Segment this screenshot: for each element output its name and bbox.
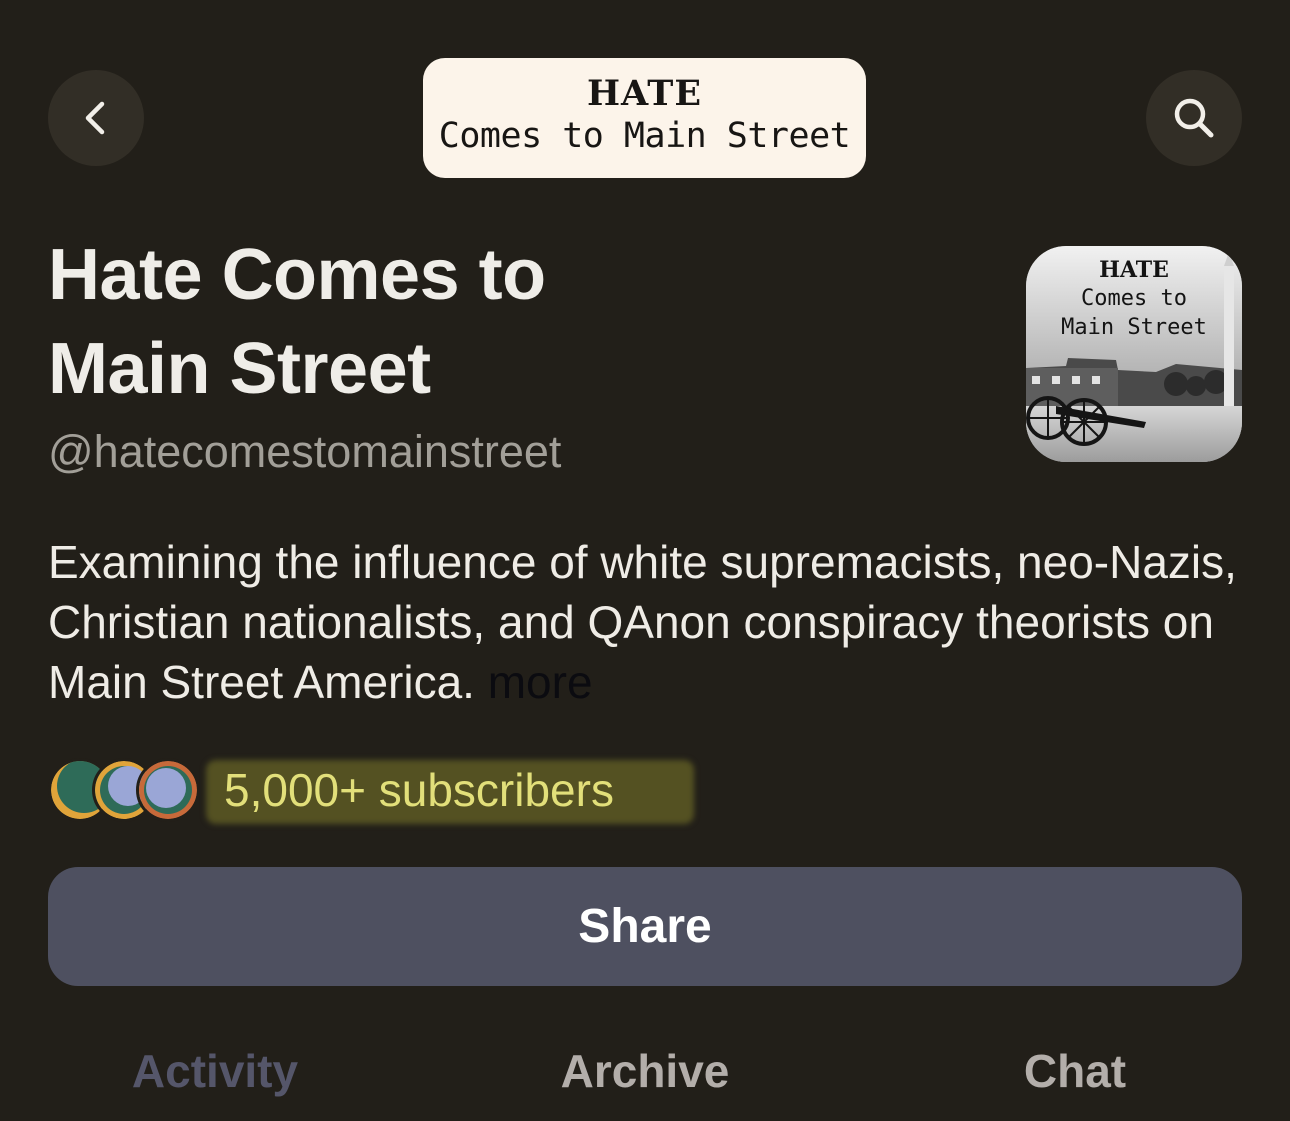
page-title: Hate Comes to Main Street [48, 235, 546, 409]
subscriber-avatars [48, 758, 200, 822]
more-link[interactable]: more [488, 656, 593, 708]
publication-logo: HATE Comes to Main Street [423, 58, 866, 178]
search-icon [1174, 98, 1214, 138]
search-button[interactable] [1146, 70, 1242, 166]
description-text: Examining the influence of white suprema… [48, 536, 1237, 708]
publication-description: Examining the influence of white suprema… [48, 532, 1248, 712]
logo-line-1: HATE [586, 73, 703, 114]
subscriber-count[interactable]: 5,000+ subscribers [224, 762, 614, 818]
logo-line-2: Comes to Main Street [438, 116, 851, 156]
cover-line-2: Comes to Main Street [1061, 286, 1207, 340]
back-button[interactable] [48, 70, 144, 166]
avatar [136, 758, 200, 822]
publication-handle: @hatecomestomainstreet [48, 426, 562, 477]
share-button[interactable]: Share [48, 867, 1242, 986]
tab-activity[interactable]: Activity [132, 1038, 298, 1104]
tab-chat[interactable]: Chat [1024, 1038, 1126, 1104]
tab-bar: Activity Archive Chat [0, 1038, 1290, 1108]
tab-archive[interactable]: Archive [561, 1038, 730, 1104]
chevron-left-icon [85, 101, 105, 135]
cover-title: HATE Comes to Main Street [1026, 256, 1242, 342]
cover-line-1: HATE [1099, 257, 1169, 283]
publication-cover-image: HATE Comes to Main Street [1026, 246, 1242, 462]
